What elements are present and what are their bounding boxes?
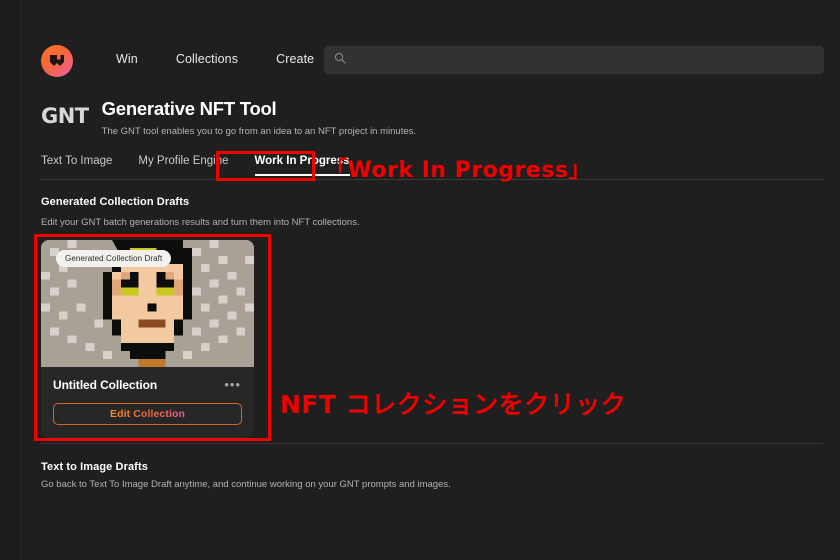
- card-badge: Generated Collection Draft: [56, 250, 172, 267]
- search-icon: [334, 51, 346, 69]
- edit-collection-button-label: Edit Collection: [110, 408, 185, 420]
- top-navigation-bar: Win Collections Create: [21, 0, 824, 100]
- tab-bar: Text To Image My Profile Engine Work In …: [41, 155, 350, 176]
- search-bar[interactable]: [324, 46, 824, 74]
- collection-artwork: Generated Collection Draft: [41, 240, 254, 367]
- tab-work-in-progress[interactable]: Work In Progress: [254, 155, 350, 176]
- page-header: GNT Generative NFT Tool The GNT tool ena…: [41, 98, 417, 138]
- nav-link-win[interactable]: Win: [116, 52, 138, 66]
- nav-link-create[interactable]: Create: [276, 52, 314, 66]
- tab-bar-divider: [41, 179, 823, 180]
- generated-drafts-title: Generated Collection Drafts: [41, 196, 190, 208]
- collection-card-body: Untitled Collection ••• Edit Collection: [41, 367, 254, 438]
- left-rail: [0, 0, 21, 560]
- section-divider: [41, 443, 823, 444]
- right-gutter: [823, 0, 840, 560]
- edit-collection-button[interactable]: Edit Collection: [53, 403, 242, 425]
- app-page: Win Collections Create GNT Generative NF…: [0, 0, 840, 560]
- primary-nav-links: Win Collections Create: [116, 52, 314, 66]
- annotation-text-click-collection: NFT コレクションをクリック: [280, 390, 627, 419]
- text-to-image-drafts-subtitle: Go back to Text To Image Draft anytime, …: [41, 479, 451, 490]
- page-title: Generative NFT Tool: [101, 98, 277, 119]
- gnt-wordmark-text: GNT: [41, 104, 89, 128]
- more-options-icon[interactable]: •••: [223, 378, 242, 391]
- collection-card-header-row: Untitled Collection •••: [53, 378, 242, 392]
- text-to-image-drafts-title: Text to Image Drafts: [41, 461, 148, 473]
- search-input[interactable]: [353, 53, 814, 67]
- m-monogram-logo-icon: [49, 54, 65, 68]
- tab-my-profile-engine[interactable]: My Profile Engine: [138, 155, 228, 176]
- collection-name: Untitled Collection: [53, 378, 158, 392]
- generated-drafts-subtitle: Edit your GNT batch generations results …: [41, 217, 360, 228]
- nav-link-collections[interactable]: Collections: [176, 52, 238, 66]
- tab-text-to-image[interactable]: Text To Image: [41, 155, 112, 176]
- collection-card[interactable]: Generated Collection Draft Untitled Coll…: [41, 240, 254, 438]
- brand-logo[interactable]: [41, 45, 73, 77]
- page-subtitle: The GNT tool enables you to go from an i…: [101, 126, 417, 138]
- gnt-wordmark: GNT: [41, 104, 89, 128]
